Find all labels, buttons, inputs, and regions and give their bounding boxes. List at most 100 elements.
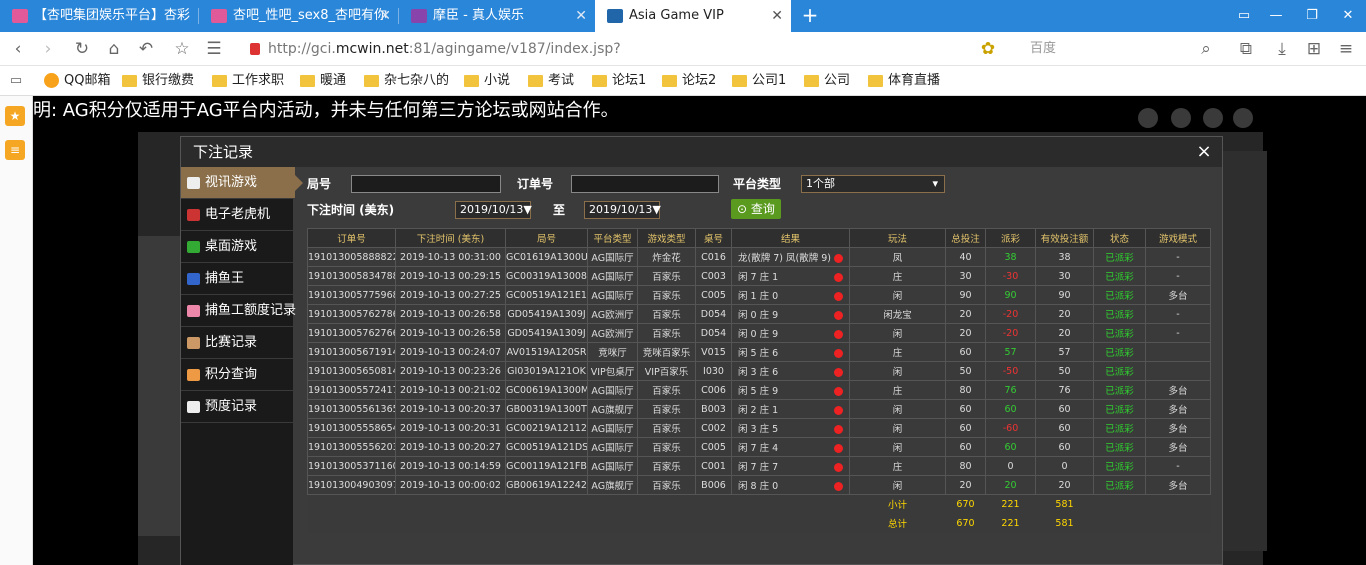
apps-icon[interactable]: ⊞ [1304, 39, 1324, 59]
bookmark-folder[interactable]: 公司1 [732, 66, 786, 96]
bookmark-folder[interactable]: 工作求职 [212, 66, 284, 96]
tab-mochen[interactable]: 摩臣 - 真人娱乐 ✕ [399, 0, 595, 32]
cell-order[interactable]: 191013005762766 [307, 323, 396, 343]
undo-icon[interactable]: ↶ [136, 39, 156, 59]
table-row: 191013005558654 2019-10-13 00:20:31 GC0021… [307, 418, 1211, 438]
cell-table-no: B006 [695, 475, 732, 495]
cell-order[interactable]: 191013005556203 [307, 437, 396, 457]
star-icon[interactable]: ☆ [172, 39, 192, 59]
menu-item-fishing[interactable]: 捕鱼王 [181, 263, 293, 295]
cell-platform: VIP包桌厅 [587, 361, 638, 381]
forward-icon[interactable]: › [38, 39, 58, 59]
play-video-icon[interactable] [834, 349, 843, 358]
menu-item-slots[interactable]: 电子老虎机 [181, 199, 293, 231]
bookmark-folder[interactable]: 论坛2 [662, 66, 716, 96]
play-video-icon[interactable] [834, 425, 843, 434]
cell-order[interactable]: 191013005888822 [307, 247, 396, 267]
cell-order[interactable]: 191013005775968 [307, 285, 396, 305]
play-video-icon[interactable] [834, 273, 843, 282]
cell-play: 庄 [849, 380, 946, 400]
play-video-icon[interactable] [834, 311, 843, 320]
download-icon[interactable]: ⤓ [1272, 39, 1292, 59]
fish-icon [187, 273, 200, 285]
play-video-icon[interactable] [834, 482, 843, 491]
bookmark-folder[interactable]: 银行缴费 [122, 66, 194, 96]
power-icon[interactable] [1233, 108, 1253, 128]
bookmark-folder[interactable]: 考试 [528, 66, 574, 96]
play-video-icon[interactable] [834, 444, 843, 453]
cell-order[interactable]: 191013005650814 [307, 361, 396, 381]
query-button[interactable]: ⊙ 查询 [731, 199, 781, 219]
order-input[interactable] [571, 175, 719, 193]
cell-table-no: C003 [695, 266, 732, 286]
favorites-star-icon[interactable]: ★ [5, 106, 25, 126]
tab-sex8[interactable]: 杏吧_性吧_sex8_杏吧有你 ✕ [199, 0, 399, 32]
play-video-icon[interactable] [834, 406, 843, 415]
platform-select[interactable]: 1个部 ▾ [801, 175, 945, 193]
cell-order[interactable]: 191013005671914 [307, 342, 396, 362]
menu-item-quota-records[interactable]: 预度记录 [181, 391, 293, 423]
close-tab-icon[interactable]: ✕ [771, 0, 783, 32]
cell-order[interactable]: 191013004903097 [307, 475, 396, 495]
bookmark-folder[interactable]: 论坛1 [592, 66, 646, 96]
bookmark-folder[interactable]: 体育直播 [868, 66, 940, 96]
close-tab-icon[interactable]: ✕ [575, 0, 587, 32]
tab-xingcai[interactable]: 【杏吧集团娱乐平台】杏彩 [0, 0, 196, 32]
sidebar-toggle-icon[interactable]: ▭ [6, 71, 26, 91]
cell-order[interactable]: 191013005834788 [307, 266, 396, 286]
search-icon[interactable]: ⌕ [1196, 39, 1216, 59]
screenshot-icon[interactable]: ⧉ [1236, 39, 1256, 59]
bookmark-folder[interactable]: 暖通 [300, 66, 346, 96]
result-text: 闲 5 庄 9 [738, 386, 779, 397]
bookmark-folder[interactable]: 杂七杂八的 [364, 66, 449, 96]
cell-status: 已派彩 [1093, 304, 1146, 324]
modal-close-button[interactable]: × [1194, 137, 1214, 167]
cell-mode: - [1145, 266, 1211, 286]
date-to-select[interactable]: 2019/10/13▼ [584, 201, 661, 219]
bookmark-folder[interactable]: 小说 [464, 66, 510, 96]
tab-asia-game[interactable]: Asia Game VIP ✕ [595, 0, 791, 32]
minimize-icon[interactable]: — [1260, 0, 1292, 32]
new-tab-button[interactable]: + [800, 0, 820, 32]
music-icon[interactable] [1138, 108, 1158, 128]
close-window-icon[interactable]: ✕ [1332, 0, 1364, 32]
restore-icon[interactable]: ❐ [1296, 0, 1328, 32]
play-video-icon[interactable] [834, 292, 843, 301]
menu-item-live-games[interactable]: 视讯游戏 [181, 167, 303, 199]
play-video-icon[interactable] [834, 463, 843, 472]
menu-item-fishing-records[interactable]: 捕鱼工额度记录 [181, 295, 296, 327]
reader-icon[interactable]: ☰ [204, 39, 224, 59]
notes-icon[interactable]: ≡ [5, 140, 25, 160]
bookmark-label: QQ邮箱 [64, 73, 111, 88]
close-tab-icon[interactable]: ✕ [379, 0, 391, 32]
round-input[interactable] [351, 175, 501, 193]
search-box[interactable]: 百度 [1030, 37, 1214, 61]
menu-item-points[interactable]: 积分查询 [181, 359, 293, 391]
tab-list-icon[interactable]: ▭ [1228, 0, 1260, 32]
cell-order[interactable]: 191013005371160 [307, 456, 396, 476]
cell-order[interactable]: 191013005762786 [307, 304, 396, 324]
cell-play: 闲 [849, 285, 946, 305]
menu-item-table-games[interactable]: 桌面游戏 [181, 231, 293, 263]
chat-icon[interactable] [1203, 108, 1223, 128]
play-video-icon[interactable] [834, 387, 843, 396]
play-video-icon[interactable] [834, 254, 843, 263]
extension-icon[interactable]: ✿ [978, 39, 998, 59]
reload-icon[interactable]: ↻ [72, 39, 92, 59]
address-bar[interactable]: http://gci.mcwin.net:81/agingame/v187/in… [244, 37, 974, 61]
cell-order[interactable]: 191013005558654 [307, 418, 396, 438]
play-video-icon[interactable] [834, 368, 843, 377]
cell-order[interactable]: 191013005572417 [307, 380, 396, 400]
cell-order[interactable]: 191013005561365 [307, 399, 396, 419]
menu-item-match-records[interactable]: 比赛记录 [181, 327, 293, 359]
menu-icon[interactable]: ≡ [1336, 39, 1356, 59]
play-video-icon[interactable] [834, 330, 843, 339]
back-icon[interactable]: ‹ [8, 39, 28, 59]
bookmark-qq-mail[interactable]: QQ邮箱 [44, 66, 110, 96]
bookmark-folder[interactable]: 公司 [804, 66, 850, 96]
home-icon[interactable]: ⌂ [104, 39, 124, 59]
cell-result: 龙(散牌 7) 凤(散牌 9) [731, 247, 850, 267]
date-from-select[interactable]: 2019/10/13▼ [455, 201, 532, 219]
cell-play: 庄 [849, 342, 946, 362]
settings-icon[interactable] [1171, 108, 1191, 128]
